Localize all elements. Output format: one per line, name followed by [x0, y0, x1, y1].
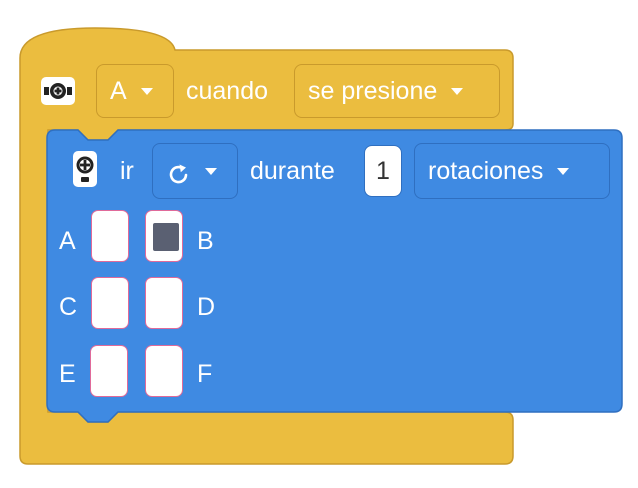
port-label-b: B — [197, 227, 214, 255]
port-dropdown[interactable]: A — [96, 64, 174, 118]
port-selected-indicator — [153, 223, 179, 251]
condition-dropdown[interactable]: se presione — [294, 64, 500, 118]
chevron-down-icon — [140, 87, 153, 95]
port-label-d: D — [197, 293, 216, 321]
chevron-down-icon — [205, 167, 217, 175]
when-label: cuando — [186, 77, 269, 105]
motor-icon — [72, 150, 98, 188]
button-hub-icon — [40, 76, 76, 106]
unit-dropdown-value: rotaciones — [428, 156, 544, 185]
port-label-f: F — [197, 360, 213, 388]
port-label-c: C — [59, 293, 78, 321]
port-d-toggle[interactable] — [145, 277, 183, 329]
chevron-down-icon — [557, 167, 570, 175]
go-label: ir — [120, 157, 134, 185]
amount-input[interactable]: 1 — [364, 145, 402, 197]
chevron-down-icon — [451, 87, 464, 95]
for-label: durante — [250, 157, 335, 185]
port-label-a: A — [59, 227, 76, 255]
port-b-toggle[interactable] — [145, 210, 183, 262]
port-label-e: E — [59, 360, 76, 388]
port-f-toggle[interactable] — [145, 345, 183, 397]
direction-dropdown[interactable] — [152, 143, 238, 199]
clockwise-arrow-icon — [169, 164, 188, 184]
port-a-toggle[interactable] — [91, 210, 129, 262]
port-c-toggle[interactable] — [91, 277, 129, 329]
port-e-toggle[interactable] — [90, 345, 128, 397]
unit-dropdown[interactable]: rotaciones — [414, 143, 610, 199]
port-dropdown-value: A — [110, 76, 127, 105]
condition-dropdown-value: se presione — [308, 76, 438, 105]
